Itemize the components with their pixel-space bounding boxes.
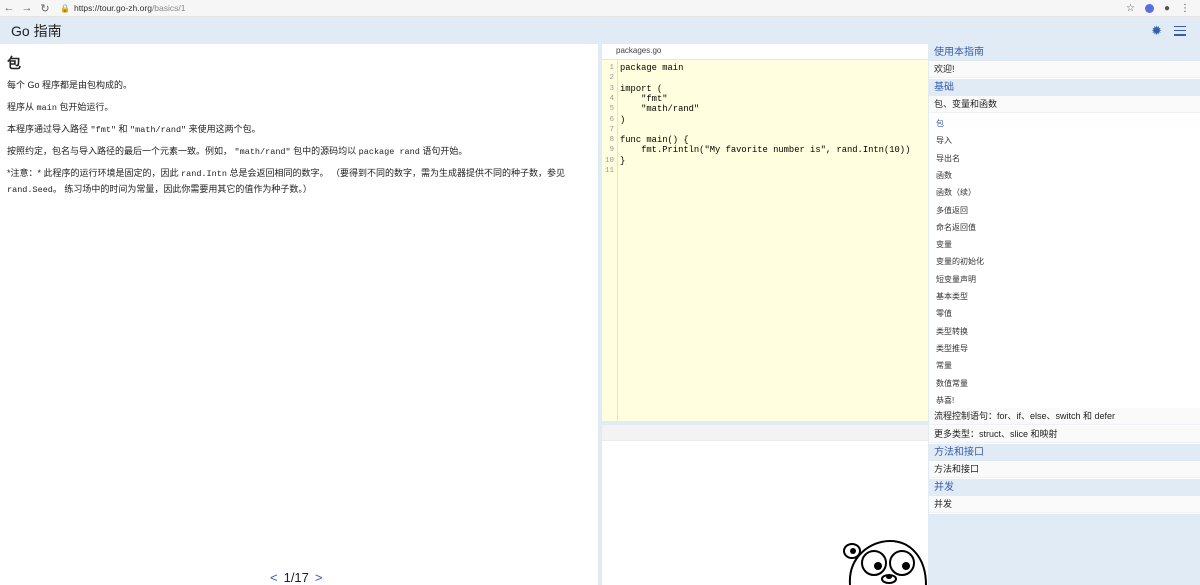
paragraph-2: 程序从 main 包开始运行。 <box>7 102 114 113</box>
line-number: 7 <box>609 125 614 134</box>
toc-module-packages[interactable]: 包、变量和函数 <box>929 96 1200 113</box>
code-line[interactable]: fmt.Println("My favorite number is", ran… <box>620 145 910 155</box>
line-number: 9 <box>609 146 614 155</box>
toc-page-item[interactable]: 常量 <box>936 360 952 371</box>
pager: < 1/17 > <box>270 570 323 585</box>
line-number: 2 <box>609 74 614 83</box>
code-line[interactable]: import ( <box>620 84 662 94</box>
toc-module-concurrency[interactable]: 并发 <box>929 496 1200 513</box>
toc-lesson-concurrency[interactable]: 并发 <box>929 479 1200 496</box>
toc-lesson-methods[interactable]: 方法和接口 <box>929 444 1200 461</box>
toc-page-item[interactable]: 导出名 <box>936 153 960 164</box>
code-editor[interactable]: packages.go 1 2 3 4 5 6 7 8 9 10 11 package main im… <box>602 44 928 421</box>
line-number: 6 <box>609 115 614 124</box>
output-pane <box>602 425 928 585</box>
browser-menu-icon[interactable]: ⋮ <box>1180 3 1190 14</box>
toc-page-item[interactable]: 基本类型 <box>936 291 968 302</box>
toc-page-item[interactable]: 多值返回 <box>936 205 968 216</box>
toc-page-item[interactable]: 数值常量 <box>936 378 968 389</box>
address-bar[interactable]: 🔒 https://tour.go-zh.org/basics/1 <box>60 3 185 13</box>
code-line[interactable]: } <box>620 156 625 166</box>
paragraph-1: 每个 Go 程序都是由包构成的。 <box>7 80 133 90</box>
toc-menu-icon[interactable] <box>1174 25 1186 36</box>
browser-toolbar: ← → ↻ 🔒 https://tour.go-zh.org/basics/1 … <box>0 0 1200 17</box>
line-number: 11 <box>604 167 614 175</box>
page-title: 包 <box>7 55 21 71</box>
line-number: 1 <box>609 64 614 72</box>
url-path: /basics/1 <box>151 3 186 13</box>
toc-lesson-intro[interactable]: 使用本指南 <box>929 44 1200 61</box>
url-host: https://tour.go-zh.org <box>73 3 152 13</box>
toc-page-item[interactable]: 恭喜! <box>936 395 954 406</box>
line-number: 10 <box>604 156 614 165</box>
toc-page-item[interactable]: 变量的初始化 <box>936 256 984 267</box>
next-page-button[interactable]: > <box>315 570 323 585</box>
toc-page-item[interactable]: 零值 <box>936 308 952 319</box>
lesson-article: 包 每个 Go 程序都是由包构成的。 程序从 main 包开始运行。 本程序通过… <box>0 44 598 585</box>
table-of-contents: 使用本指南 欢迎! 基础 包、变量和函数 包导入导出名函数函数（续） 多值返回命名… <box>928 44 1200 585</box>
toc-page-item[interactable]: 变量 <box>936 239 952 250</box>
extension-icon[interactable] <box>1144 3 1154 13</box>
toc-page-item[interactable]: 导入 <box>936 135 952 146</box>
line-gutter: 1 2 3 4 5 6 7 8 9 10 11 <box>602 60 618 421</box>
toc-lesson-basics[interactable]: 基础 <box>929 79 1200 96</box>
site-header: Go 指南 ✹ <box>0 17 1200 44</box>
output-toolbar <box>602 425 928 441</box>
settings-gear-icon[interactable]: ✹ <box>1151 23 1162 39</box>
toc-page-item[interactable]: 类型转换 <box>936 326 968 337</box>
page-indicator: 1/17 <box>283 570 309 585</box>
code-line[interactable]: ) <box>620 115 625 125</box>
paragraph-3: 本程序通过导入路径 "fmt" 和 "math/rand" 来使用这两个包。 <box>7 124 261 135</box>
back-icon[interactable]: ← <box>0 0 18 17</box>
account-icon[interactable]: ● <box>1164 3 1170 14</box>
line-number: 3 <box>609 84 614 93</box>
file-tab[interactable]: packages.go <box>602 44 928 60</box>
lock-icon: 🔒 <box>60 3 70 13</box>
line-number: 4 <box>609 94 614 103</box>
file-tab-label: packages.go <box>616 46 662 55</box>
reload-icon[interactable]: ↻ <box>36 0 54 17</box>
code-line[interactable]: "fmt" <box>620 94 667 104</box>
toc-page-item[interactable]: 函数（续） <box>936 187 976 198</box>
toc-bottom-fill <box>929 514 1200 585</box>
forward-icon[interactable]: → <box>18 0 36 17</box>
line-number: 5 <box>609 105 614 114</box>
toc-page-item[interactable]: 包 <box>936 118 944 129</box>
paragraph-5: *注意：* 此程序的运行环境是固定的，因此 rand.Intn 总是会返回相同的… <box>7 168 565 195</box>
prev-page-button[interactable]: < <box>270 570 278 585</box>
toc-module-welcome[interactable]: 欢迎! <box>929 61 1200 78</box>
gopher-mascot-icon <box>843 539 927 585</box>
toc-page-item[interactable]: 类型推导 <box>936 343 968 354</box>
toc-module-flowcontrol[interactable]: 流程控制语句：for、if、else、switch 和 defer <box>929 408 1200 425</box>
toc-page-item[interactable]: 短变量声明 <box>936 274 976 285</box>
code-line[interactable]: func main() { <box>620 135 689 145</box>
toc-page-item[interactable]: 函数 <box>936 170 952 181</box>
toc-module-methods[interactable]: 方法和接口 <box>929 461 1200 478</box>
paragraph-4: 按照约定，包名与导入路径的最后一个元素一致。例如， "math/rand" 包中… <box>7 146 468 157</box>
line-number: 8 <box>609 136 614 145</box>
toc-page-item[interactable]: 命名返回值 <box>936 222 976 233</box>
bookmark-star-icon[interactable]: ☆ <box>1126 3 1135 14</box>
code-line[interactable]: "math/rand" <box>620 104 699 114</box>
code-line[interactable]: package main <box>620 63 683 73</box>
toc-page-list: 包导入导出名函数函数（续） 多值返回命名返回值变量变量的初始化 短变量声明基本类型零… <box>929 114 1200 408</box>
site-brand[interactable]: Go 指南 <box>11 21 62 41</box>
toc-module-moretypes[interactable]: 更多类型：struct、slice 和映射 <box>929 426 1200 443</box>
